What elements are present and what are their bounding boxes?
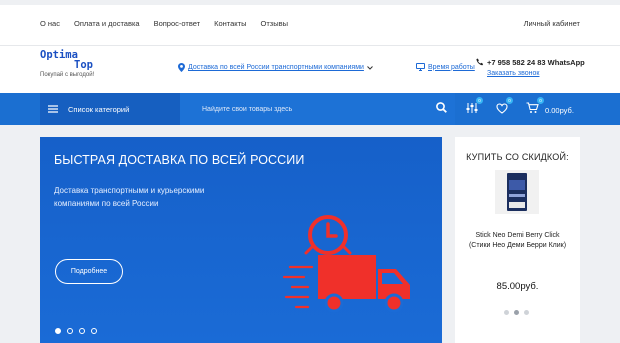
monitor-icon bbox=[416, 63, 425, 71]
phone-number[interactable]: +7 958 582 24 83 WhatsApp bbox=[487, 58, 585, 67]
logo[interactable]: Optima Top Покупай с выгодой! bbox=[40, 50, 116, 78]
main-navbar: Список категорий 0 0 0 0.00руб. bbox=[0, 93, 620, 125]
cart-icon bbox=[526, 102, 539, 113]
product-name[interactable]: Stick Neo Demi Berry Click (Стики Нео Де… bbox=[467, 231, 568, 251]
banner-title: БЫСТРАЯ ДОСТАВКА ПО ВСЕЙ РОССИИ bbox=[54, 153, 305, 167]
call-request-link[interactable]: Заказать звонок bbox=[487, 70, 585, 77]
compare-count-badge: 0 bbox=[476, 97, 483, 104]
favorites-button[interactable]: 0 bbox=[496, 97, 513, 119]
top-nav-link-reviews[interactable]: Отзывы bbox=[261, 19, 288, 28]
chevron-down-icon bbox=[367, 65, 373, 70]
search-bar bbox=[180, 93, 455, 125]
product-pack-icon bbox=[507, 173, 527, 211]
banner-dot-3[interactable] bbox=[79, 328, 85, 334]
category-list-button[interactable]: Список категорий bbox=[40, 93, 180, 125]
phone-block: +7 958 582 24 83 WhatsApp Заказать звоно… bbox=[476, 58, 585, 77]
site-header: Optima Top Покупай с выгодой! Доставка п… bbox=[0, 45, 620, 93]
sale-dot-1[interactable] bbox=[504, 310, 509, 315]
speed-lines bbox=[282, 265, 314, 309]
truck-body bbox=[318, 255, 376, 299]
sale-title: КУПИТЬ СО СКИДКОЙ: bbox=[466, 152, 569, 162]
delivery-info-link[interactable]: Доставка по всей России транспортными ко… bbox=[178, 63, 373, 72]
more-button[interactable]: Подробнее bbox=[55, 259, 123, 284]
banner-description: Доставка транспортными и курьерскими ком… bbox=[54, 186, 205, 208]
banner-dot-4[interactable] bbox=[91, 328, 97, 334]
banner-pagination bbox=[55, 328, 97, 334]
banner-dot-2[interactable] bbox=[67, 328, 73, 334]
nav-actions: 0 0 0 0.00руб. bbox=[466, 97, 574, 119]
sale-dot-2[interactable] bbox=[514, 310, 519, 315]
work-time-link[interactable]: Время работы bbox=[416, 63, 475, 71]
delivery-truck-illustration bbox=[282, 215, 410, 313]
compare-button[interactable]: 0 bbox=[466, 97, 483, 119]
cart-total[interactable]: 0.00руб. bbox=[545, 106, 574, 115]
search-icon[interactable] bbox=[436, 102, 447, 113]
phone-icon bbox=[476, 58, 484, 66]
top-nav-link-about[interactable]: О нас bbox=[40, 19, 60, 28]
banner-dot-1[interactable] bbox=[55, 328, 61, 334]
promo-banner: БЫСТРАЯ ДОСТАВКА ПО ВСЕЙ РОССИИ Доставка… bbox=[40, 137, 442, 343]
favorites-count-badge: 0 bbox=[506, 97, 513, 104]
top-nav-link-payment[interactable]: Оплата и доставка bbox=[74, 19, 140, 28]
product-price: 85.00руб. bbox=[496, 281, 539, 292]
logo-line-2: Top bbox=[74, 59, 93, 71]
top-nav-link-contacts[interactable]: Контакты bbox=[214, 19, 246, 28]
account-link[interactable]: Личный кабинет bbox=[524, 19, 580, 28]
category-list-label: Список категорий bbox=[68, 104, 130, 114]
logo-tagline: Покупай с выгодой! bbox=[40, 72, 95, 78]
sale-pagination bbox=[504, 310, 529, 315]
heart-icon bbox=[496, 103, 508, 114]
cart-count-badge: 0 bbox=[537, 97, 544, 104]
compare-icon bbox=[466, 103, 478, 113]
top-bar: О нас Оплата и доставка Вопрос-ответ Кон… bbox=[0, 0, 620, 45]
product-image[interactable] bbox=[495, 170, 539, 214]
work-time-text: Время работы bbox=[428, 63, 475, 71]
top-nav: О нас Оплата и доставка Вопрос-ответ Кон… bbox=[40, 19, 288, 28]
sale-widget: КУПИТЬ СО СКИДКОЙ: Stick Neo Demi Berry … bbox=[455, 137, 580, 343]
top-nav-link-faq[interactable]: Вопрос-ответ bbox=[154, 19, 201, 28]
menu-icon bbox=[48, 105, 58, 113]
search-input[interactable] bbox=[202, 105, 432, 113]
location-pin-icon bbox=[178, 63, 185, 72]
sale-dot-3[interactable] bbox=[524, 310, 529, 315]
cart-button[interactable]: 0 bbox=[526, 97, 544, 119]
delivery-text: Доставка по всей России транспортными ко… bbox=[188, 64, 364, 71]
